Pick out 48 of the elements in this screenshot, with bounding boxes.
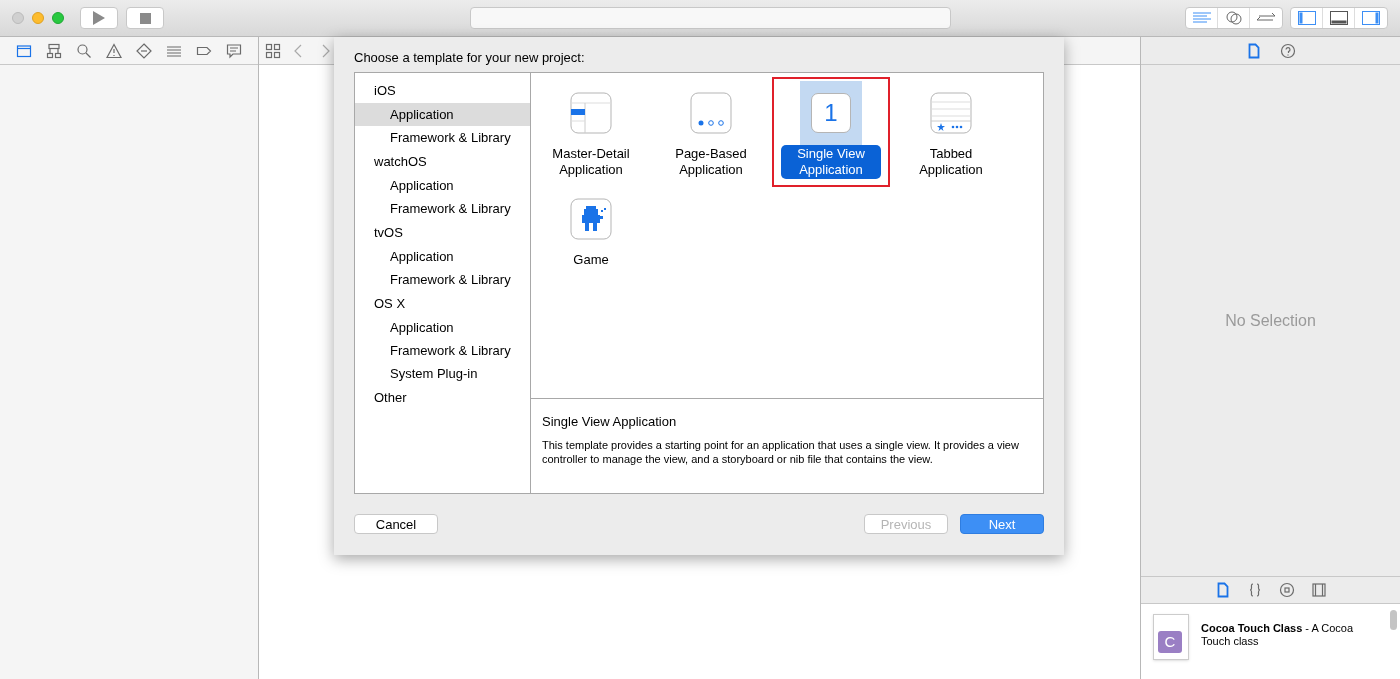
tab-bar-template-icon bbox=[930, 92, 972, 134]
scroll-bar-thumb[interactable] bbox=[1390, 610, 1397, 630]
category-item[interactable]: Application bbox=[355, 103, 530, 126]
description-text: This template provides a starting point for an application that uses a single view. It provides a view controller to manage the view, and a storyboard or nib file that contains the view. bbox=[542, 437, 1020, 466]
page-dots-template-icon bbox=[690, 92, 732, 134]
run-button[interactable] bbox=[80, 7, 118, 29]
description-title: Single View Application bbox=[542, 413, 678, 431]
stop-icon bbox=[139, 12, 151, 24]
platform-header: Other bbox=[373, 389, 408, 407]
play-icon bbox=[93, 11, 105, 25]
category-item[interactable]: Framework & Library bbox=[355, 268, 530, 291]
platform-header: OS X bbox=[373, 295, 407, 313]
speech-bubble-icon[interactable] bbox=[226, 42, 242, 59]
template-label[interactable]: Master-Detail Application bbox=[541, 145, 641, 179]
template-label[interactable]: Game bbox=[566, 251, 616, 269]
grid-icon[interactable] bbox=[265, 42, 281, 59]
diamond-icon[interactable] bbox=[136, 42, 152, 59]
master-detail-template-icon bbox=[570, 92, 612, 134]
category-item[interactable]: Application bbox=[355, 316, 530, 339]
category-item[interactable]: System Plug-in bbox=[355, 362, 530, 385]
dialog-button[interactable]: Cancel bbox=[354, 514, 438, 534]
warning-icon[interactable] bbox=[106, 42, 122, 59]
dialog-title: Choose a template for your new project: bbox=[354, 49, 586, 67]
zoom-window-button[interactable] bbox=[52, 12, 64, 24]
no-selection-text: No Selection bbox=[1225, 310, 1316, 331]
platform-header: iOS bbox=[373, 82, 397, 100]
help-icon[interactable] bbox=[1279, 42, 1296, 59]
template-label[interactable]: Page-Based Application bbox=[661, 145, 761, 179]
search-icon[interactable] bbox=[76, 42, 92, 59]
category-item[interactable]: Framework & Library bbox=[355, 339, 530, 362]
category-item[interactable]: Application bbox=[355, 245, 530, 268]
class-badge: C bbox=[1158, 631, 1182, 653]
template-tile[interactable]: 1 bbox=[800, 81, 862, 145]
single-view-template-icon: 1 bbox=[811, 93, 851, 133]
template-label[interactable]: Single View Application bbox=[781, 145, 881, 179]
folder-icon[interactable] bbox=[16, 42, 32, 59]
platform-header: tvOS bbox=[373, 224, 404, 242]
category-item[interactable]: Application bbox=[355, 174, 530, 197]
category-item[interactable]: Framework & Library bbox=[355, 197, 530, 220]
pixel-robot-template-icon bbox=[570, 198, 612, 240]
category-item[interactable]: Framework & Library bbox=[355, 126, 530, 149]
stop-button[interactable] bbox=[126, 7, 164, 29]
target-icon[interactable] bbox=[1278, 582, 1295, 598]
hierarchy-icon[interactable] bbox=[46, 42, 62, 59]
platform-header: watchOS bbox=[373, 153, 428, 171]
library-item-text[interactable]: Cocoa Touch Class - A Cocoa Touch class bbox=[1201, 622, 1371, 679]
template-label[interactable]: Tabbed Application bbox=[901, 145, 1001, 179]
film-strip-icon[interactable] bbox=[1310, 582, 1327, 598]
